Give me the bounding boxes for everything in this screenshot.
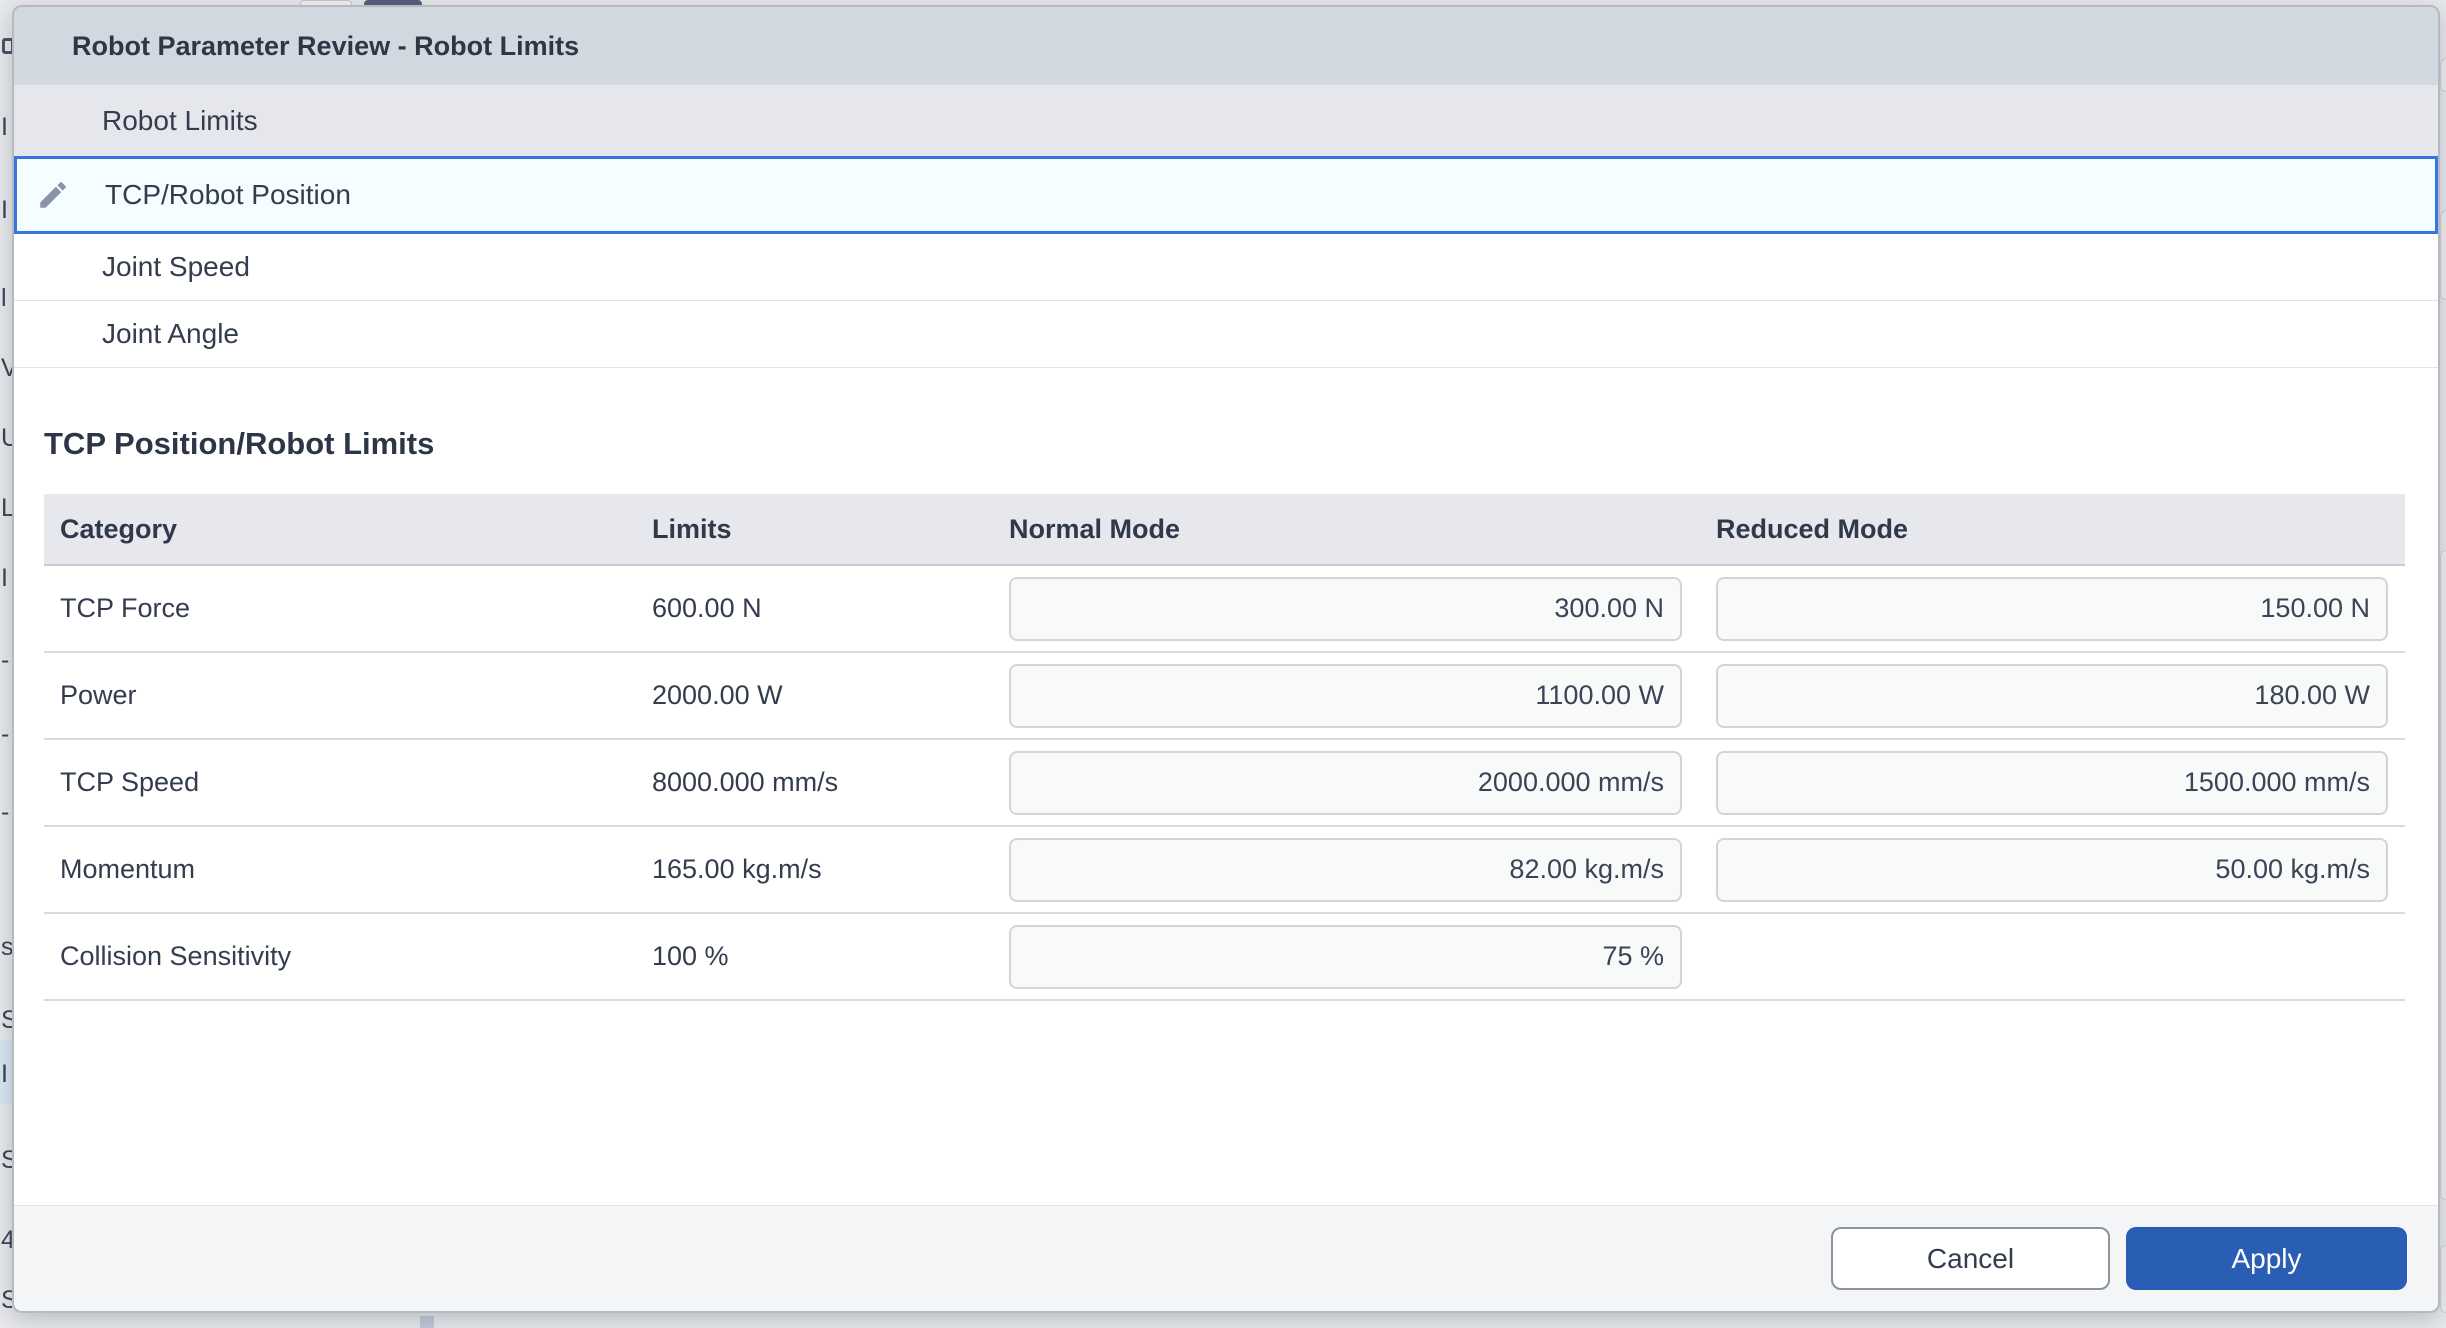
menu-item-robot-limits[interactable]: Robot Limits [14,85,2438,156]
background-right-strip [2439,0,2446,1328]
reduced-mode-input[interactable] [1716,664,2388,728]
limit-value: 8000.000 mm/s [637,767,992,798]
menu-item-label: Joint Speed [102,251,250,283]
menu-item-label: Robot Limits [102,105,258,137]
apply-button[interactable]: Apply [2126,1227,2407,1290]
background-accent-fragment [420,1316,434,1328]
background-text-fragment: 4 [1,1228,12,1253]
background-shape-fragment [2440,58,2446,92]
background-text-fragment: I [1,198,12,223]
reduced-mode-input[interactable] [1716,838,2388,902]
category-label: TCP Force [44,593,637,624]
section-heading: TCP Position/Robot Limits [44,424,2438,464]
category-label: Collision Sensitivity [44,941,637,972]
background-text-fragment: S [1,1288,12,1313]
background-text-fragment: I [1,566,12,591]
table-row-power: Power 2000.00 W [44,653,2405,740]
limit-value: 100 % [637,941,992,972]
background-text-fragment: - [1,648,12,673]
background-text-fragment: V [1,356,12,381]
column-header-normal-mode: Normal Mode [992,514,1699,545]
limits-table: Category Limits Normal Mode Reduced Mode… [44,494,2405,1001]
normal-mode-input[interactable] [1009,751,1682,815]
background-text-fragment: S [1,1008,12,1033]
background-left-strip: I Il V U L I - - - s S I S 4 S [0,0,12,1328]
background-text-fragment: - [1,722,12,747]
pencil-icon [36,178,70,212]
table-row-collision-sensitivity: Collision Sensitivity 100 % [44,914,2405,1001]
cancel-button[interactable]: Cancel [1831,1227,2110,1290]
background-text-fragment: L [1,496,12,521]
robot-parameter-review-dialog: Robot Parameter Review - Robot Limits Ro… [12,5,2440,1313]
table-row-tcp-speed: TCP Speed 8000.000 mm/s [44,740,2405,827]
category-label: Power [44,680,637,711]
reduced-mode-input[interactable] [1716,751,2388,815]
background-text-fragment: I [1,115,12,140]
dialog-titlebar: Robot Parameter Review - Robot Limits [14,7,2438,85]
dialog-footer: Cancel Apply [14,1205,2438,1311]
category-label: Momentum [44,854,637,885]
limit-value: 600.00 N [637,593,992,624]
dialog-title: Robot Parameter Review - Robot Limits [72,31,579,62]
menu-item-joint-speed[interactable]: Joint Speed [14,234,2438,301]
background-shape-fragment [2440,1245,2446,1313]
limit-value: 165.00 kg.m/s [637,854,992,885]
background-text-fragment: S [1,1148,12,1173]
background-text-fragment: s [1,935,12,960]
menu-item-joint-angle[interactable]: Joint Angle [14,301,2438,368]
limit-value: 2000.00 W [637,680,992,711]
normal-mode-input[interactable] [1009,577,1682,641]
background-shape-fragment [2440,210,2446,300]
table-header-row: Category Limits Normal Mode Reduced Mode [44,494,2405,566]
background-text-fragment: U [1,426,12,451]
background-text-fragment: - [1,800,12,825]
normal-mode-input[interactable] [1009,838,1682,902]
category-label: TCP Speed [44,767,637,798]
menu-item-label: TCP/Robot Position [105,179,351,211]
normal-mode-input[interactable] [1009,925,1682,989]
background-icon-fragment [2,38,12,54]
menu-item-tcp-robot-position[interactable]: TCP/Robot Position [14,156,2438,234]
background-text-fragment: I [1,1062,12,1087]
column-header-limits: Limits [637,514,992,545]
background-text-fragment: l [1,286,12,311]
column-header-category: Category [44,514,637,545]
column-header-reduced-mode: Reduced Mode [1699,514,2405,545]
background-shape-fragment [2440,550,2446,1200]
reduced-mode-input[interactable] [1716,577,2388,641]
limits-menu: Robot Limits TCP/Robot Position Joint Sp… [14,85,2438,368]
table-row-momentum: Momentum 165.00 kg.m/s [44,827,2405,914]
table-row-tcp-force: TCP Force 600.00 N [44,566,2405,653]
menu-item-label: Joint Angle [102,318,239,350]
normal-mode-input[interactable] [1009,664,1682,728]
